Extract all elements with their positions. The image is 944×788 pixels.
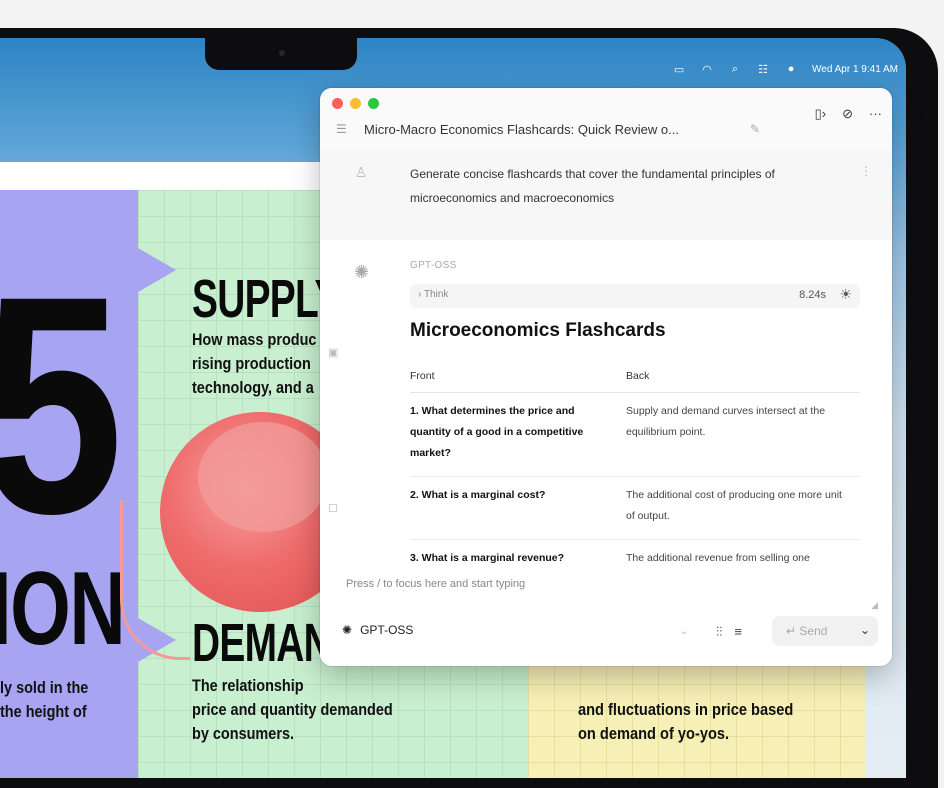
chat-window: ☰ Micro-Macro Economics Flashcards: Quic… [320,88,892,666]
menu-bar: ▭ ◠ ⌕ ☷ ● Wed Apr 1 9:41 AM [672,58,898,80]
poster-text-line: price and quantity demanded [192,700,393,719]
zoom-button[interactable] [368,98,379,109]
arrow-shape [138,248,176,292]
titlebar-actions: ▯› ⊘ ··· [815,106,882,122]
more-options-icon[interactable]: ··· [869,106,882,122]
poster-text-line: How mass produc [192,330,317,349]
card-front: 2. What is a marginal cost? [410,476,626,540]
control-center-icon[interactable]: ☷ [756,63,770,76]
window-titlebar: ☰ Micro-Macro Economics Flashcards: Quic… [320,88,892,150]
poster-text-line: rising production [192,354,311,373]
chevron-down-icon[interactable]: ⌄ [860,623,870,637]
send-label: ↵ Send [786,624,828,638]
poster-text-line: the height of [0,702,87,721]
poster-text-line: by consumers. [192,724,294,743]
resize-handle-icon[interactable]: ◢ [871,600,878,611]
poster-big-number: 5 [0,250,123,560]
conversation-title[interactable]: Micro-Macro Economics Flashcards: Quick … [364,122,679,137]
siri-icon[interactable]: ● [784,63,798,75]
user-avatar-icon: ♙ [354,164,368,180]
poster-top-strip [0,162,330,190]
message-options-icon[interactable]: ⋮ [860,164,872,178]
yellow-column-text: and fluctuations in price based on deman… [578,698,793,746]
traffic-lights [332,98,379,109]
search-icon[interactable]: ⌕ [728,63,742,76]
openai-logo-icon: ✺ [342,623,353,637]
send-button[interactable]: ↵ Send ⌄ [772,616,878,646]
select-icon[interactable]: ☐ [328,502,338,515]
lightbulb-icon: ☀ [839,286,852,302]
flashcards-table: Front Back 1. What determines the price … [410,364,860,582]
table-header-row: Front Back [410,364,860,393]
response-heading: Microeconomics Flashcards [410,320,666,341]
poster-text-line: ly sold in the [0,678,89,697]
supply-heading: SUPPLY [192,269,340,329]
yoyo-highlight [198,422,328,532]
camera-icon [279,50,285,56]
composer-controls: ⫶⫶ ≡ [716,624,742,640]
copy-icon[interactable]: ▣ [328,346,338,359]
edit-title-icon[interactable]: ✎ [750,122,760,136]
card-back: The additional cost of producing one mor… [626,476,860,540]
sidebar-menu-icon[interactable]: ☰ [336,122,347,136]
chevron-down-icon[interactable]: ⌄ [680,626,688,637]
minimize-button[interactable] [350,98,361,109]
prompt-list-icon[interactable]: ≡ [734,624,742,640]
settings-sliders-icon[interactable]: ⫶⫶ [716,624,723,640]
battery-icon[interactable]: ▭ [672,63,686,76]
model-selector[interactable]: ✺ GPT-OSS [342,623,413,637]
assistant-avatar-icon: ✺ [354,262,370,282]
column-header-back: Back [626,364,860,393]
table-row: 1. What determines the price and quantit… [410,392,860,477]
user-prompt-text: Generate concise flashcards that cover t… [410,167,775,205]
card-back: Supply and demand curves intersect at th… [626,392,860,477]
think-label: › Think [418,289,449,300]
poster-left-text: ly sold in the the height of [0,676,88,724]
temporary-chat-icon[interactable]: ⊘ [842,106,853,122]
model-selector-label: GPT-OSS [360,623,414,637]
demand-text: The relationship price and quantity dema… [192,674,393,746]
supply-text: How mass produc rising production techno… [192,328,316,400]
think-toggle[interactable]: › Think 8.24s ☀ [410,284,860,308]
user-message: ♙ Generate concise flashcards that cover… [320,150,892,240]
assistant-model-label: GPT-OSS [410,260,457,271]
wifi-icon[interactable]: ◠ [700,63,714,76]
close-button[interactable] [332,98,343,109]
camera-notch [205,38,357,70]
poster-text-line: technology, and a [192,378,314,397]
composer: Press / to focus here and start typing ◢… [320,566,892,666]
poster-big-word: ION [0,551,126,667]
column-header-front: Front [410,364,626,393]
card-front: 1. What determines the price and quantit… [410,392,626,477]
menu-bar-clock[interactable]: Wed Apr 1 9:41 AM [812,64,898,75]
message-input[interactable]: Press / to focus here and start typing [346,578,525,590]
think-duration: 8.24s [799,289,826,301]
poster-text-line: The relationship [192,676,304,695]
sidebar-toggle-icon[interactable]: ▯› [815,106,826,122]
poster-text-line: and fluctuations in price based [578,700,794,719]
table-row: 2. What is a marginal cost? The addition… [410,476,860,540]
poster-text-line: on demand of yo-yos. [578,724,730,743]
